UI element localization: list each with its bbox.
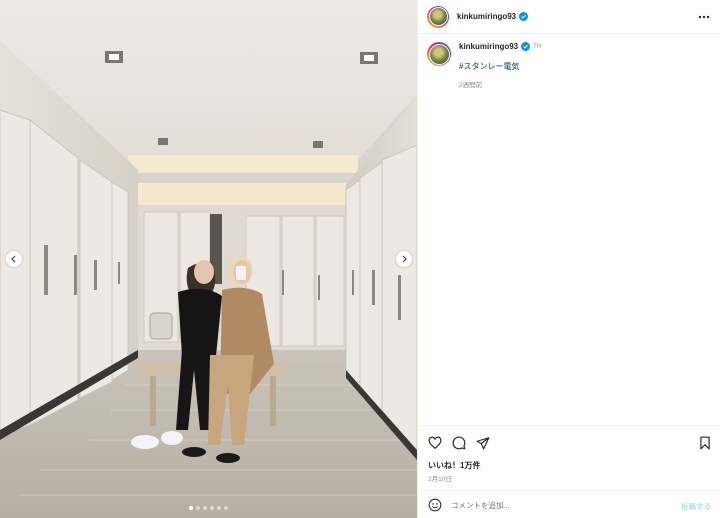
verified-badge-icon <box>519 12 529 21</box>
likes-count[interactable]: いいね！1万件 <box>428 460 480 471</box>
post-comment-button[interactable]: 投稿する <box>681 501 711 512</box>
comment-bar: 投稿する <box>418 490 720 518</box>
carousel-dot <box>189 506 193 510</box>
caption-tag: TH <box>533 43 542 50</box>
post-actions: いいね！1万件 2月10日 投稿する <box>418 425 720 518</box>
comment-icon[interactable] <box>452 436 466 450</box>
carousel-dot <box>203 506 207 510</box>
carousel-dot <box>210 506 214 510</box>
bookmark-icon[interactable] <box>698 436 712 450</box>
carousel-next-button[interactable] <box>396 251 412 267</box>
post-header: kinkumiringo93 <box>418 0 720 34</box>
post-sidebar: kinkumiringo93 kinkumiringo93 TH #スタンレー電… <box>417 0 720 518</box>
post-photo[interactable] <box>0 0 417 518</box>
emoji-icon[interactable] <box>428 498 442 512</box>
post-date: 2月10日 <box>428 476 452 483</box>
locker-room-photo <box>0 0 417 518</box>
carousel-dot <box>224 506 228 510</box>
caption-username[interactable]: kinkumiringo93 <box>459 42 518 51</box>
carousel-prev-button[interactable] <box>6 251 22 267</box>
post-caption: kinkumiringo93 TH #スタンレー電気 2週間前 <box>427 42 712 89</box>
instagram-post-view: kinkumiringo93 kinkumiringo93 TH #スタンレー電… <box>0 0 720 518</box>
comment-input[interactable] <box>451 500 651 510</box>
carousel-dot <box>217 506 221 510</box>
avatar[interactable] <box>427 5 449 28</box>
more-icon[interactable] <box>697 11 711 23</box>
send-icon[interactable] <box>476 436 490 450</box>
caption-avatar[interactable] <box>427 42 451 66</box>
hashtag-link[interactable]: #スタンレー電気 <box>459 61 541 72</box>
heart-icon[interactable] <box>428 436 442 450</box>
carousel-dot <box>196 506 200 510</box>
chevron-left-icon <box>11 255 16 263</box>
caption-timestamp: 2週間前 <box>459 82 483 89</box>
carousel-dots <box>0 506 417 510</box>
verified-badge-icon <box>521 42 531 51</box>
chevron-right-icon <box>402 255 407 263</box>
username-link[interactable]: kinkumiringo93 <box>457 12 516 21</box>
